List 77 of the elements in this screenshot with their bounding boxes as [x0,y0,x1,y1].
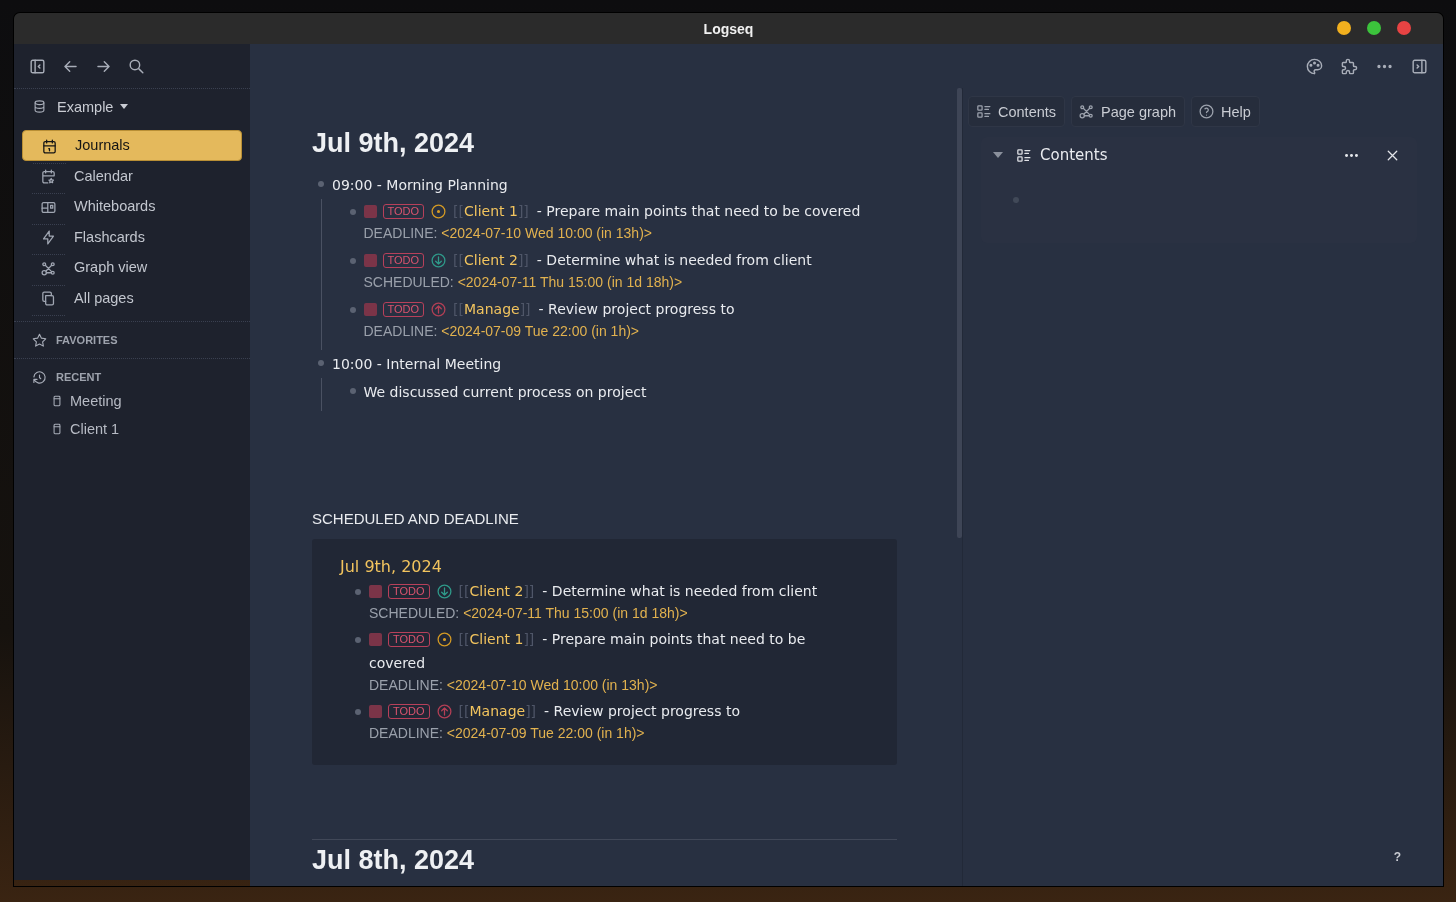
database-icon [32,99,47,114]
list-icon [1015,146,1032,164]
property-line: DEADLINE: <2024-07-10 Wed 10:00 (in 13h)> [363,224,653,243]
todo-marker: TODO [382,253,425,268]
todo-marker: TODO [388,632,430,647]
journal-title[interactable]: Jul 9th, 2024 [312,126,475,160]
checkbox[interactable] [369,705,382,718]
sidebar-item[interactable]: Whiteboards [22,191,242,222]
help-icon [1198,103,1216,120]
recent-page-link[interactable]: Client 1 [70,421,120,437]
graph-selector[interactable]: Example [57,98,114,115]
bullet[interactable] [349,307,356,313]
property-line: SCHEDULED: <2024-07-11 Thu 15:00 (in 1d 18h)> [363,273,684,292]
property-line: DEADLINE: <2024-07-09 Tue 22:00 (in 1h)> [363,322,640,341]
section-header[interactable]: RECENT [56,371,102,383]
bullet[interactable] [355,709,361,715]
palette-icon[interactable] [1305,56,1324,76]
bullet[interactable] [355,589,361,595]
block-text: TODO [[Client 2]] - Determine what is needed from client [369,579,837,603]
window-close-button[interactable] [1397,21,1411,35]
sidebar-tab-button[interactable]: Page graph [1071,96,1186,127]
block-text: 10:00 - Internal Meeting [332,356,502,372]
collapse-toggle-icon[interactable] [993,152,1003,158]
history-icon [32,369,47,385]
journal-title[interactable]: Jul 8th, 2024 [312,846,475,874]
right-sidebar-toggle-icon[interactable] [1410,56,1429,76]
block-text: TODO [[Manage]] - Review project progress to [369,699,837,723]
sidebar-item[interactable]: All pages [22,282,242,313]
sidebar-item[interactable]: Journals [22,130,242,161]
block-text: TODO [[Client 1]] - Prepare main points that need to be covered [363,199,897,223]
checkbox[interactable] [363,254,377,267]
block-text: TODO [[Client 2]] - Determine what is needed from client [363,248,897,272]
property-line: DEADLINE: <2024-07-10 Wed 10:00 (in 13h)> [369,676,659,695]
recent-page-link[interactable]: Meeting [70,393,122,409]
bullet[interactable] [318,181,324,187]
help-button[interactable]: ? [1389,848,1405,866]
page-icon [50,394,64,408]
window-maximize-button[interactable] [1367,21,1381,35]
checkbox[interactable] [363,303,377,316]
bullet[interactable] [355,637,361,643]
bullet[interactable] [1013,197,1019,203]
window-title: Logseq [703,20,754,37]
page-icon [50,422,64,436]
sidebar-item[interactable]: Graph view [22,252,242,283]
checkbox[interactable] [363,205,377,218]
block-text: 09:00 - Morning Planning [332,177,508,193]
block-text: TODO [[Client 1]] - Prepare main points that need to be covered [369,630,807,673]
todo-marker: TODO [388,704,430,719]
journal-link[interactable]: Jul 9th, 2024 [340,555,442,579]
scrollbar[interactable] [957,88,962,538]
sidebar-tab-button[interactable]: Help [1191,96,1260,127]
bullet[interactable] [349,388,356,394]
section-header[interactable]: FAVORITES [56,334,118,346]
section-heading: SCHEDULED AND DEADLINE [312,509,520,529]
puzzle-icon[interactable] [1340,56,1359,76]
window-minimize-button[interactable] [1337,21,1351,35]
block-text: TODO [[Manage]] - Review project progress to [363,297,897,321]
sidebar-item[interactable]: Flashcards [22,221,242,252]
checkbox[interactable] [369,585,382,598]
panel-title: Contents [1040,146,1108,164]
sidebar-tab-button[interactable]: Contents [968,96,1066,127]
sidebar-toggle-icon[interactable] [28,56,47,76]
bullet[interactable] [349,209,356,215]
bullet[interactable] [349,258,356,264]
list-icon [975,103,992,120]
graph-icon [1078,103,1096,120]
todo-marker: TODO [382,204,425,219]
property-line: SCHEDULED: <2024-07-11 Thu 15:00 (in 1d 18h)> [369,604,689,623]
bullet[interactable] [318,360,324,366]
todo-marker: TODO [388,584,430,599]
property-line: DEADLINE: <2024-07-09 Tue 22:00 (in 1h)> [369,724,646,743]
caret-icon [120,104,129,109]
sidebar-item[interactable]: Calendar [22,160,242,191]
block-text: We discussed current process on project [363,384,647,400]
todo-marker: TODO [382,302,425,317]
checkbox[interactable] [369,633,382,646]
star-icon [32,332,47,348]
